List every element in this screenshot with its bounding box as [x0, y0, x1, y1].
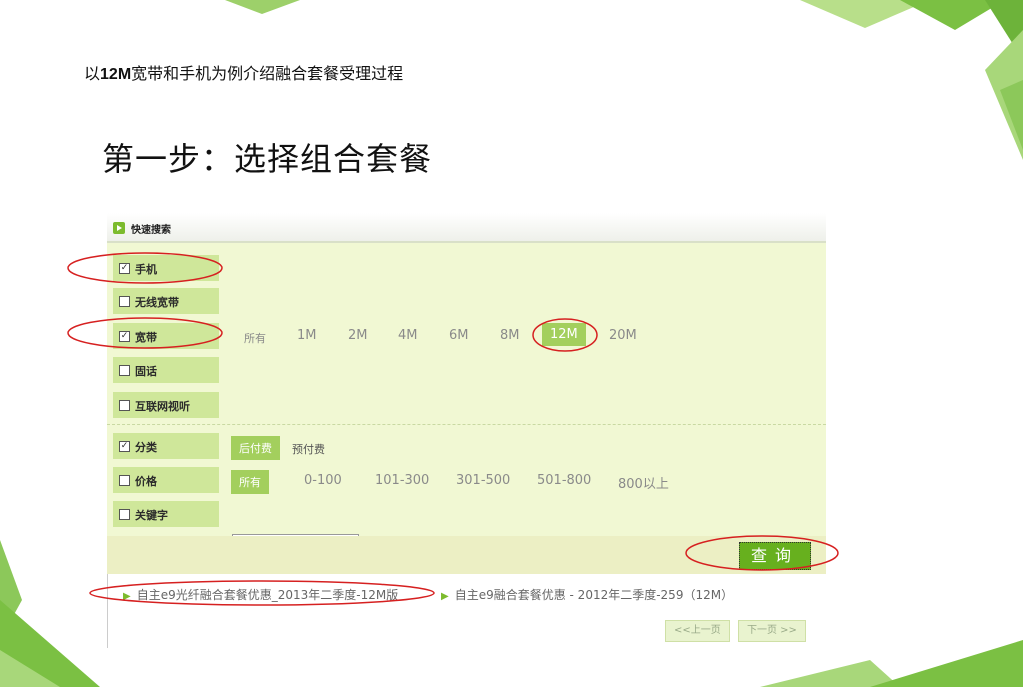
highlight-annotations	[67, 252, 839, 606]
